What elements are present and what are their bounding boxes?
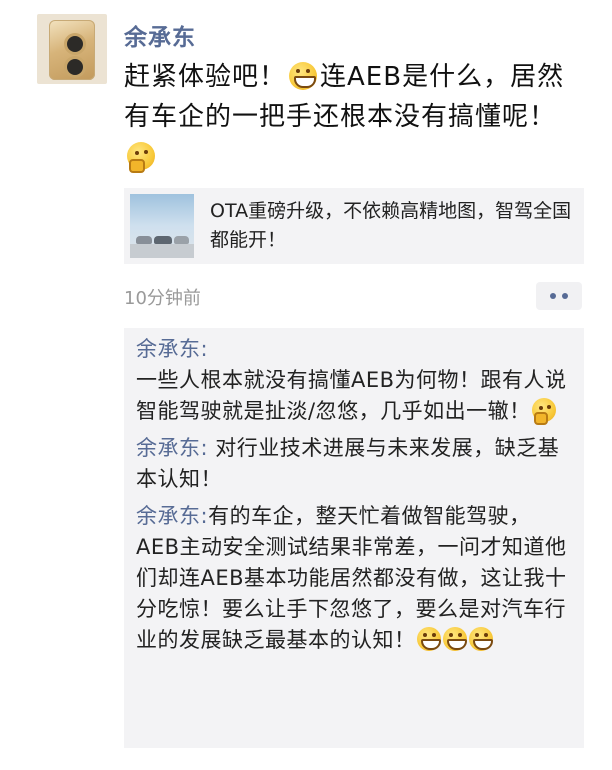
grin-emoji-icon bbox=[416, 627, 441, 651]
car-icon bbox=[154, 236, 172, 244]
comment-item[interactable]: 余承东:有的车企，整天忙着做智能驾驶，AEB主动安全测试结果非常差，一问才知道他… bbox=[136, 501, 572, 656]
grin-emoji-icon bbox=[289, 62, 318, 90]
more-actions-button[interactable] bbox=[536, 282, 582, 310]
post-timestamp: 10分钟前 bbox=[124, 288, 201, 309]
phone-image bbox=[49, 20, 95, 80]
shared-link-card[interactable]: OTA重磅升级，不依赖高精地图，智驾全国都能开！ bbox=[124, 188, 584, 264]
post-text: 赶紧体验吧！ 连AEB是什么，居然有车企的一把手还根本没有搞懂呢！ bbox=[124, 57, 584, 177]
post-author-name[interactable]: 余承东 bbox=[124, 18, 196, 52]
link-thumbnail bbox=[130, 194, 194, 258]
car-icon bbox=[174, 236, 189, 244]
post-text-part1: 赶紧体验吧！ bbox=[124, 62, 287, 92]
comment-author[interactable]: 余承东: bbox=[136, 337, 208, 361]
comments-section: 余承东: 一些人根本就没有搞懂AEB为何物！跟有人说智能驾驶就是扯淡/忽悠，几乎… bbox=[124, 328, 584, 748]
car-icon bbox=[136, 236, 152, 244]
comment-author[interactable]: 余承东: bbox=[136, 504, 208, 528]
avatar[interactable] bbox=[37, 14, 107, 84]
thinking-emoji-icon bbox=[531, 398, 556, 425]
comment-text: 一些人根本就没有搞懂AEB为何物！跟有人说智能驾驶就是扯淡/忽悠，几乎如出一辙！ bbox=[136, 368, 567, 423]
comment-item[interactable]: 余承东: 一些人根本就没有搞懂AEB为何物！跟有人说智能驾驶就是扯淡/忽悠，几乎… bbox=[136, 334, 572, 427]
thinking-emoji-icon bbox=[127, 142, 155, 173]
dot-icon bbox=[562, 293, 568, 299]
comment-item[interactable]: 余承东: 对行业技术进展与未来发展，缺乏基本认知！ bbox=[136, 433, 572, 495]
grin-emoji-icon bbox=[442, 627, 467, 651]
grin-emoji-icon bbox=[468, 627, 493, 651]
dot-icon bbox=[550, 293, 556, 299]
link-title: OTA重磅升级，不依赖高精地图，智驾全国都能开！ bbox=[210, 200, 572, 251]
camera-ring-icon bbox=[67, 59, 83, 75]
camera-ring-icon bbox=[67, 36, 83, 52]
comment-author[interactable]: 余承东: bbox=[136, 436, 208, 460]
moments-post: 余承东 赶紧体验吧！ 连AEB是什么，居然有车企的一把手还根本没有搞懂呢！ OTA… bbox=[0, 0, 612, 770]
